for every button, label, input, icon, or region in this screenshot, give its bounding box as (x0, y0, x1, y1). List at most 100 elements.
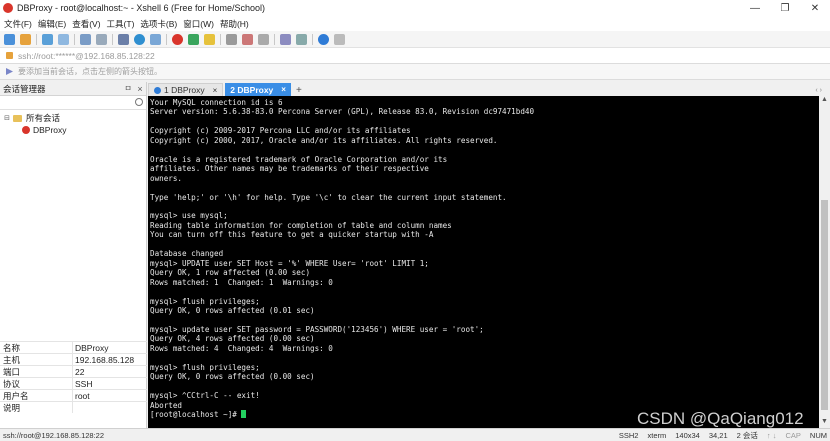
window-icon[interactable] (280, 33, 291, 45)
property-key: 说明 (0, 402, 73, 413)
globe-icon[interactable] (134, 33, 145, 45)
terminal-cursor (241, 409, 247, 418)
restore-button[interactable]: ❐ (770, 3, 800, 14)
menu-tools[interactable]: 工具(T) (107, 18, 135, 30)
close-tab-icon[interactable]: × (281, 85, 286, 94)
toolbar-separator (112, 33, 113, 45)
property-row: 主机 192.168.85.128 (0, 353, 147, 365)
terminal-output[interactable]: Your MySQL connection id is 6 Server ver… (148, 96, 819, 428)
font-icon[interactable] (150, 33, 161, 45)
scroll-down-icon[interactable]: ▼ (819, 418, 830, 428)
scroll-up-icon[interactable]: ▲ (819, 96, 830, 106)
tab-1-dbproxy[interactable]: 1 DBProxy × (148, 83, 224, 96)
status-protocol: SSH2 (618, 430, 639, 440)
layout-icon[interactable] (118, 33, 129, 45)
session-icon (22, 126, 30, 134)
status-sessions: 2 会话 (736, 430, 758, 440)
help-icon[interactable] (318, 33, 329, 45)
scroll-thumb[interactable] (821, 200, 828, 410)
reconnect-icon[interactable] (42, 33, 53, 45)
menu-file[interactable]: 文件(F) (4, 18, 32, 30)
hint-bar: 要添加当前会话，点击左侧的箭头按钮。 (0, 64, 830, 80)
session-manager-title: 会话管理器 (3, 83, 46, 94)
property-value: 192.168.85.128 (75, 354, 135, 365)
status-size: 140x34 (675, 430, 700, 440)
status-num: NUM (809, 430, 827, 440)
lock-icon[interactable] (204, 33, 215, 45)
title-bar: DBProxy - root@localhost:~ - Xshell 6 (F… (0, 0, 830, 16)
toolbar-separator (220, 33, 221, 45)
menu-help[interactable]: 帮助(H) (220, 18, 249, 30)
property-row: 说明 (0, 401, 147, 413)
tab-label: 1 DBProxy (164, 85, 205, 95)
tree-item-label: DBProxy (33, 125, 67, 135)
property-value: root (75, 390, 90, 401)
property-value: 22 (75, 366, 85, 377)
toolbar-separator (274, 33, 275, 45)
new-session-icon[interactable] (4, 33, 15, 45)
address-text: ssh://root:******@192.168.85.128:22 (18, 50, 155, 61)
close-tab-icon[interactable]: × (213, 86, 218, 95)
keyboard-icon[interactable] (226, 33, 237, 45)
toolbar-separator (74, 33, 75, 45)
property-key: 名称 (0, 342, 73, 353)
property-row: 协议 SSH (0, 377, 147, 389)
collapse-icon[interactable]: ⊟ (3, 114, 11, 122)
toolbar-separator (36, 33, 37, 45)
menu-edit[interactable]: 编辑(E) (38, 18, 66, 30)
window-title: DBProxy - root@localhost:~ - Xshell 6 (F… (17, 3, 265, 13)
disconnect-icon[interactable] (58, 33, 69, 45)
tree-item-all-sessions[interactable]: ⊟ 所有会话 (0, 112, 146, 124)
search-icon[interactable] (135, 98, 143, 106)
arrow-icon[interactable] (6, 68, 13, 75)
tile-icon[interactable] (296, 33, 307, 45)
session-search-input[interactable] (0, 96, 146, 110)
tab-label: 2 DBProxy (230, 84, 274, 95)
property-key: 用户名 (0, 390, 73, 401)
session-tab-bar: 1 DBProxy × 2 DBProxy × + ‹ › (148, 82, 830, 96)
session-properties: 名称 DBProxy 主机 192.168.85.128 端口 22 协议 SS… (0, 341, 147, 413)
property-key: 端口 (0, 366, 73, 377)
property-value: DBProxy (75, 342, 109, 353)
status-arrows: ↑ ↓ (766, 430, 777, 440)
session-manager-header: 会话管理器 ㅁ × (0, 82, 146, 96)
minimize-button[interactable]: — (740, 3, 770, 14)
tree-item-dbproxy[interactable]: DBProxy (0, 124, 146, 136)
tab-scroll-arrows[interactable]: ‹ › (815, 87, 822, 94)
folder-icon (13, 114, 22, 122)
property-row: 名称 DBProxy (0, 341, 147, 353)
terminal-text: Your MySQL connection id is 6 Server ver… (150, 98, 535, 410)
session-tree: ⊟ 所有会话 DBProxy (0, 110, 146, 136)
terminal-scrollbar[interactable]: ▲ ▼ (819, 96, 830, 428)
copy-icon[interactable] (80, 33, 91, 45)
session-manager-panel: 会话管理器 ㅁ × ⊟ 所有会话 DBProxy 名称 DBProxy 主机 1… (0, 82, 147, 428)
close-window-button[interactable]: ✕ (800, 3, 830, 14)
menu-tabs[interactable]: 选项卡(B) (140, 18, 177, 30)
close-panel-icon[interactable]: × (134, 84, 146, 94)
property-row: 端口 22 (0, 365, 147, 377)
xshell-app-icon (3, 3, 13, 13)
terminal-prompt: [root@localhost ~]# (150, 409, 242, 419)
open-folder-icon[interactable] (20, 33, 31, 45)
pin-icon[interactable]: ㅁ (122, 83, 134, 94)
compose-icon[interactable] (258, 33, 269, 45)
script-icon[interactable] (188, 33, 199, 45)
property-value: SSH (75, 378, 93, 389)
add-tab-button[interactable]: + (293, 85, 305, 96)
tab-2-dbproxy[interactable]: 2 DBProxy × (225, 83, 291, 96)
status-terminal-type: xterm (647, 430, 667, 440)
lock-icon (6, 52, 13, 59)
toolbar-separator (312, 33, 313, 45)
chat-icon[interactable] (334, 33, 345, 45)
menu-bar: 文件(F) 编辑(E) 查看(V) 工具(T) 选项卡(B) 窗口(W) 帮助(… (0, 16, 830, 31)
property-key: 协议 (0, 378, 73, 389)
toolbar (0, 31, 830, 48)
xftp-icon[interactable] (172, 33, 183, 45)
watermark: CSDN @QaQiang012 (637, 409, 804, 428)
status-connection: ssh://root@192.168.85.128:22 (3, 430, 105, 440)
highlight-icon[interactable] (242, 33, 253, 45)
address-bar[interactable]: ssh://root:******@192.168.85.128:22 (0, 48, 830, 64)
menu-window[interactable]: 窗口(W) (183, 18, 214, 30)
menu-view[interactable]: 查看(V) (72, 18, 100, 30)
find-icon[interactable] (96, 33, 107, 45)
